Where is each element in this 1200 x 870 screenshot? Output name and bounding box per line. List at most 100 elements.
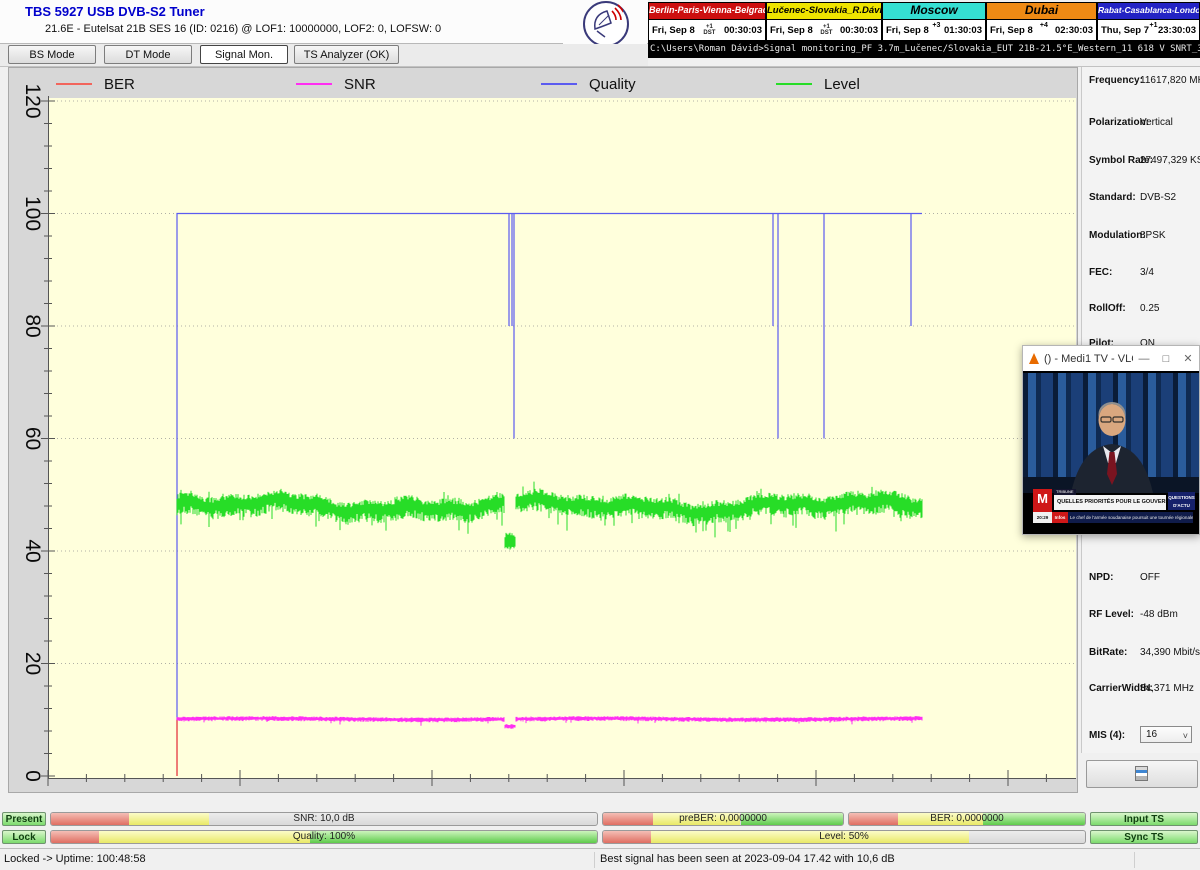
- snr-bar: SNR: 10,0 dB: [50, 812, 598, 826]
- clock-date: Thu, Sep 7: [1101, 25, 1149, 36]
- log-button[interactable]: [1086, 760, 1198, 788]
- y-axis-label: 40: [21, 539, 44, 562]
- badge-line1: QUESTIONS: [1168, 494, 1195, 502]
- legend-line-icon: [541, 83, 577, 85]
- sync-ts-button[interactable]: Sync TS: [1090, 830, 1198, 844]
- clock-time-row: Fri, Sep 8+1DST00:30:03: [649, 20, 765, 40]
- status-bar: Locked -> Uptime: 100:48:58 Best signal …: [0, 848, 1200, 870]
- clock-date: Fri, Sep 8: [990, 25, 1033, 36]
- level-bar: Level: 50%: [602, 830, 1086, 844]
- divider: [1134, 852, 1135, 868]
- vlc-window-title: () - Medi1 TV - VLC ...: [1044, 353, 1133, 365]
- legend-line-icon: [296, 83, 332, 85]
- questions-dactu-badge: QUESTIONS D'ACTU: [1168, 492, 1195, 510]
- clock-rabat-casablanca-london: Rabat-Casablanca-LondonThu, Sep 7+123:30…: [1097, 2, 1200, 41]
- param-value-carrierwidth: 34,371 MHz: [1140, 683, 1194, 694]
- param-value-standard: DVB-S2: [1140, 192, 1176, 203]
- lock-button[interactable]: Lock: [2, 830, 46, 844]
- tv-studio-background: [1023, 373, 1199, 493]
- param-label-modulation: Modulation:: [1089, 230, 1146, 241]
- clock-time: 23:30:03: [1158, 25, 1196, 36]
- ticker-label: Infos: [1052, 512, 1068, 523]
- tab-dt-mode[interactable]: DT Mode: [104, 45, 192, 64]
- input-ts-button[interactable]: Input TS: [1090, 812, 1198, 826]
- vlc-cone-icon: [1029, 353, 1039, 364]
- clock-time-row: Fri, Sep 8+402:30:03: [987, 20, 1096, 40]
- vlc-titlebar[interactable]: () - Medi1 TV - VLC ... — □ ✕: [1023, 346, 1199, 371]
- clock-utc-offset: +4: [1040, 22, 1048, 29]
- clock-dubai: DubaiFri, Sep 8+402:30:03: [986, 2, 1097, 41]
- maximize-button[interactable]: □: [1155, 353, 1177, 365]
- level-bar-label: Level: 50%: [603, 831, 1085, 843]
- close-button[interactable]: ✕: [1177, 352, 1199, 365]
- clock-utc-offset: +1: [1150, 22, 1158, 29]
- presenter-figure: [1023, 373, 1199, 493]
- legend-item-snr: SNR: [296, 75, 376, 93]
- legend-label: Level: [824, 76, 860, 93]
- preber-bar-label: preBER: 0,0000000: [603, 813, 843, 825]
- ticker-text: Le chef de l'armée soudanaise poursuit u…: [1068, 512, 1193, 523]
- clock-date: Fri, Sep 8: [886, 25, 929, 36]
- vlc-video-area[interactable]: M TRIBUNE QUELLES PRIORITÉS POUR LE GOUV…: [1023, 371, 1199, 534]
- ticker-time: 20:29: [1033, 512, 1052, 523]
- app-title: TBS 5927 USB DVB-S2 Tuner: [25, 4, 205, 19]
- world-clocks: Berlin-Paris-Vienna-BelgradeFri, Sep 8+1…: [648, 2, 1200, 41]
- param-label-rflevel: RF Level:: [1089, 609, 1134, 620]
- param-value-fec: 3/4: [1140, 267, 1154, 278]
- param-value-bitrate: 34,390 Mbit/s: [1140, 647, 1200, 658]
- param-value-symbolrate: 27497,329 KS/s: [1140, 155, 1200, 166]
- tab-ts-analyzer-ok-[interactable]: TS Analyzer (OK): [294, 45, 399, 64]
- satellite-dish-icon: [583, 1, 629, 47]
- param-value-rolloff: 0.25: [1140, 303, 1159, 314]
- clock-time-row: Fri, Sep 8+1DST00:30:03: [767, 20, 881, 40]
- vlc-window[interactable]: () - Medi1 TV - VLC ... — □ ✕ M TRIBUNE: [1022, 345, 1200, 535]
- present-button[interactable]: Present: [2, 812, 46, 826]
- param-value-npd: OFF: [1140, 572, 1160, 583]
- param-value-rflevel: -48 dBm: [1140, 609, 1178, 620]
- legend-label: Quality: [589, 76, 636, 93]
- ber-bar-label: BER: 0,0000000: [849, 813, 1085, 825]
- clock-utc-offset: +3: [932, 22, 940, 29]
- mis-dropdown[interactable]: 16˅: [1140, 726, 1192, 743]
- tab-bs-mode[interactable]: BS Mode: [8, 45, 96, 64]
- y-axis-label: 100: [21, 196, 44, 231]
- console-path: C:\Users\Roman Dávid>Signal monitoring_P…: [648, 41, 1200, 58]
- param-label-frequency: Frequency:: [1089, 75, 1143, 86]
- y-axis-label: 0: [21, 770, 44, 782]
- medi1-logo: M: [1033, 489, 1052, 512]
- param-label-bitrate: BitRate:: [1089, 647, 1127, 658]
- log-icon: [1135, 766, 1148, 781]
- lock-uptime-status: Locked -> Uptime: 100:48:58: [4, 853, 146, 865]
- clock-utc-offset: +1DST: [703, 24, 715, 36]
- param-value-frequency: 11617,820 MHz: [1140, 75, 1200, 86]
- badge-line2: D'ACTU: [1168, 502, 1195, 510]
- legend-item-level: Level: [776, 75, 860, 93]
- param-value-modulation: 8PSK: [1140, 230, 1166, 241]
- tuner-subtitle: 21.6E - Eutelsat 21B SES 16 (ID: 0216) @…: [45, 23, 441, 35]
- clock-time: 01:30:03: [944, 25, 982, 36]
- clock-time: 00:30:03: [724, 25, 762, 36]
- lower-third-kicker: TRIBUNE: [1054, 489, 1076, 495]
- tbs-signal-monitor-screen: TBS 5927 USB DVB-S2 Tuner 21.6E - Eutels…: [0, 0, 1200, 870]
- y-axis-label: 20: [21, 652, 44, 675]
- param-label-rolloff: RollOff:: [1089, 303, 1126, 314]
- param-label-npd: NPD:: [1089, 572, 1113, 583]
- tab-signal-mon-[interactable]: Signal Mon.: [200, 45, 288, 64]
- y-axis-label: 80: [21, 314, 44, 337]
- legend-item-ber: BER: [56, 75, 135, 93]
- param-label-standard: Standard:: [1089, 192, 1136, 203]
- lower-third-headline: QUELLES PRIORITÉS POUR LE GOUVERNEMENT ?: [1054, 495, 1166, 510]
- legend-line-icon: [56, 83, 92, 85]
- clock-berlin-paris-vienna-belgrade: Berlin-Paris-Vienna-BelgradeFri, Sep 8+1…: [648, 2, 766, 41]
- chart-canvas: 120100806040200: [9, 68, 1077, 792]
- clock-city-label: Rabat-Casablanca-London: [1098, 3, 1199, 20]
- quality-bar-label: Quality: 100%: [51, 831, 597, 843]
- param-label-fec: FEC:: [1089, 267, 1112, 278]
- quality-bar: Quality: 100%: [50, 830, 598, 844]
- ber-bar: BER: 0,0000000: [848, 812, 1086, 826]
- param-value-polarization: Vertical: [1140, 117, 1173, 128]
- clock-time-row: Thu, Sep 7+123:30:03: [1098, 20, 1199, 40]
- clock-city-label: Dubai: [987, 3, 1096, 20]
- minimize-button[interactable]: —: [1133, 353, 1155, 365]
- console-text: C:\Users\Roman Dávid>Signal monitoring_P…: [650, 44, 1200, 54]
